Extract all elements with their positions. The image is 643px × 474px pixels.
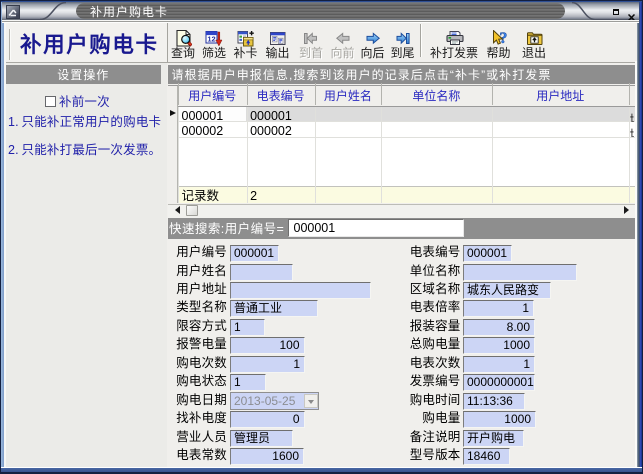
svg-text:12: 12 — [207, 34, 215, 43]
